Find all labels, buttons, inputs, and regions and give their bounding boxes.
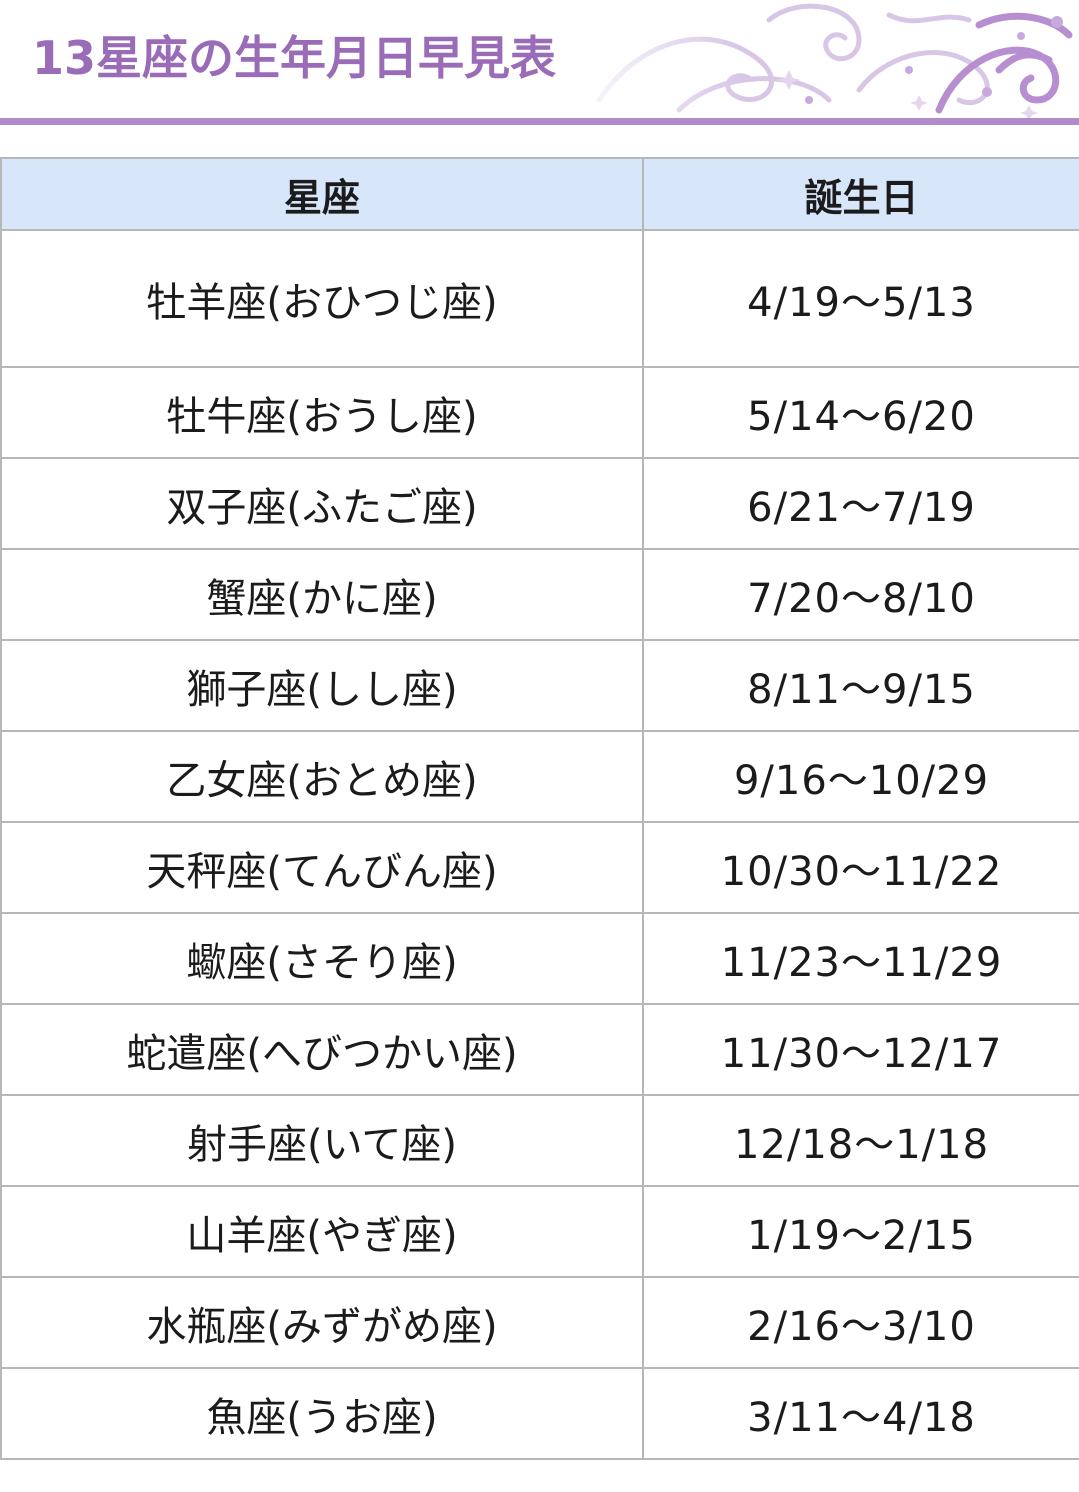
date-range-cell: 8/11〜9/15 [642,639,1079,732]
date-range-cell: 2/16〜3/10 [642,1276,1079,1369]
sign-cell: 山羊座(やぎ座) [0,1185,644,1278]
table-row: 蛇遣座(へびつかい座) 11/30〜12/17 [0,1003,1079,1096]
table-row: 天秤座(てんびん座) 10/30〜11/22 [0,821,1079,914]
page-header: 13星座の生年月日早見表 [0,0,1079,118]
table-row: 蠍座(さそり座) 11/23〜11/29 [0,912,1079,1005]
date-range-cell: 6/21〜7/19 [642,457,1079,550]
sign-cell: 天秤座(てんびん座) [0,821,644,914]
sign-cell: 蛇遣座(へびつかい座) [0,1003,644,1096]
table-row: 獅子座(しし座) 8/11〜9/15 [0,639,1079,732]
date-range-cell: 11/30〜12/17 [642,1003,1079,1096]
table-row: 牡羊座(おひつじ座) 4/19〜5/13 [0,229,1079,368]
table-row: 射手座(いて座) 12/18〜1/18 [0,1094,1079,1187]
date-range-cell: 5/14〜6/20 [642,366,1079,459]
date-range-cell: 11/23〜11/29 [642,912,1079,1005]
header-divider [0,118,1079,125]
table-row: 魚座(うお座) 3/11〜4/18 [0,1367,1079,1460]
sign-cell: 双子座(ふたご座) [0,457,644,550]
date-range-cell: 10/30〜11/22 [642,821,1079,914]
table-header-row: 星座 誕生日 [0,157,1079,231]
date-range-cell: 3/11〜4/18 [642,1367,1079,1460]
sign-cell: 獅子座(しし座) [0,639,644,732]
sign-cell: 乙女座(おとめ座) [0,730,644,823]
table-row: 乙女座(おとめ座) 9/16〜10/29 [0,730,1079,823]
column-header-sign: 星座 [0,157,644,231]
sign-cell: 魚座(うお座) [0,1367,644,1460]
sign-cell: 牡牛座(おうし座) [0,366,644,459]
floral-swirl-ornament [559,0,1079,118]
sign-cell: 水瓶座(みずがめ座) [0,1276,644,1369]
date-range-cell: 1/19〜2/15 [642,1185,1079,1278]
table-row: 牡牛座(おうし座) 5/14〜6/20 [0,366,1079,459]
date-range-cell: 12/18〜1/18 [642,1094,1079,1187]
table-row: 双子座(ふたご座) 6/21〜7/19 [0,457,1079,550]
sign-cell: 射手座(いて座) [0,1094,644,1187]
page-title: 13星座の生年月日早見表 [32,31,557,85]
sign-cell: 牡羊座(おひつじ座) [0,229,644,368]
date-range-cell: 4/19〜5/13 [642,229,1079,368]
date-range-cell: 9/16〜10/29 [642,730,1079,823]
zodiac-table-container: 星座 誕生日 牡羊座(おひつじ座) 4/19〜5/13 牡牛座(おうし座) 5/… [0,157,1079,1460]
table-row: 蟹座(かに座) 7/20〜8/10 [0,548,1079,641]
date-range-cell: 7/20〜8/10 [642,548,1079,641]
sign-cell: 蟹座(かに座) [0,548,644,641]
column-header-birthday: 誕生日 [642,157,1079,231]
table-row: 水瓶座(みずがめ座) 2/16〜3/10 [0,1276,1079,1369]
sign-cell: 蠍座(さそり座) [0,912,644,1005]
table-row: 山羊座(やぎ座) 1/19〜2/15 [0,1185,1079,1278]
zodiac-birthday-table: 星座 誕生日 牡羊座(おひつじ座) 4/19〜5/13 牡牛座(おうし座) 5/… [0,157,1079,1460]
